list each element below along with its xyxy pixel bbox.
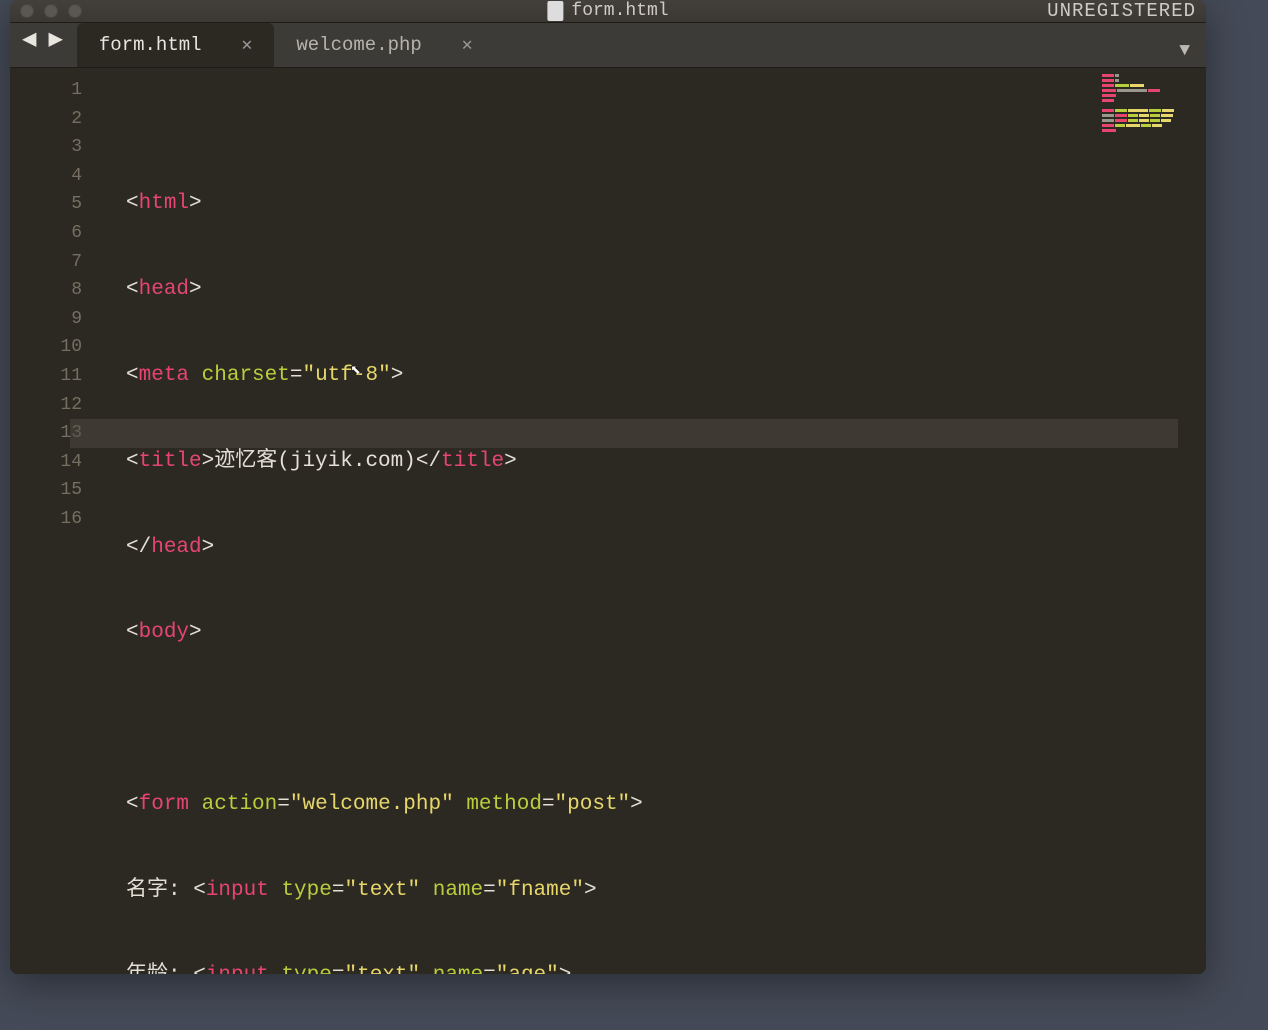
code-line — [126, 705, 1206, 734]
window-title-text: form.html — [571, 1, 668, 21]
line-number: 6 — [10, 219, 82, 248]
tab-label: form.html — [99, 34, 202, 56]
line-number: 11 — [10, 362, 82, 391]
nav-back-icon[interactable]: ◀ — [18, 25, 40, 57]
line-number: 5 — [10, 190, 82, 219]
editor-area[interactable]: 1 2 3 4 5 6 7 8 9 10 11 12 13 14 15 16 <… — [10, 68, 1206, 974]
tab-label: welcome.php — [296, 34, 421, 56]
code-line: <title>迹忆客(jiyik.com)</title> — [126, 448, 1206, 477]
close-icon[interactable]: ✕ — [242, 34, 253, 56]
code-line: <html> — [126, 190, 1206, 219]
current-line-highlight — [70, 419, 1178, 448]
line-number: 9 — [10, 305, 82, 334]
line-number: 15 — [10, 476, 82, 505]
minimize-window-button[interactable] — [44, 4, 58, 18]
traffic-lights — [20, 4, 82, 18]
code-line: <body> — [126, 619, 1206, 648]
title-bar: form.html UNREGISTERED — [10, 0, 1206, 23]
mouse-cursor-icon: ⬉ — [350, 358, 361, 387]
nav-forward-icon[interactable]: ▶ — [44, 25, 66, 57]
tab-bar: ◀ ▶ form.html ✕ welcome.php ✕ ▼ — [10, 23, 1206, 68]
close-icon[interactable]: ✕ — [462, 34, 473, 56]
line-number-gutter: 1 2 3 4 5 6 7 8 9 10 11 12 13 14 15 16 — [10, 68, 98, 974]
line-number: 1 — [10, 76, 82, 105]
code-line: <meta charset="utf-8"> — [126, 362, 1206, 391]
zoom-window-button[interactable] — [68, 4, 82, 18]
line-number: 14 — [10, 448, 82, 477]
editor-window: form.html UNREGISTERED ◀ ▶ form.html ✕ w… — [10, 0, 1206, 974]
close-window-button[interactable] — [20, 4, 34, 18]
tab-overflow-icon[interactable]: ▼ — [1179, 41, 1190, 61]
line-number: 16 — [10, 505, 82, 534]
tab-form-html[interactable]: form.html ✕ — [77, 23, 274, 67]
nav-arrows: ◀ ▶ — [18, 25, 67, 57]
line-number: 3 — [10, 133, 82, 162]
code-line: <head> — [126, 276, 1206, 305]
line-number: 8 — [10, 276, 82, 305]
tab-welcome-php[interactable]: welcome.php ✕ — [274, 23, 494, 67]
code-line: <form action="welcome.php" method="post"… — [126, 791, 1206, 820]
line-number: 12 — [10, 391, 82, 420]
code-line: 名字: <input type="text" name="fname"> — [126, 877, 1206, 906]
line-number: 4 — [10, 162, 82, 191]
unregistered-label: UNREGISTERED — [1047, 0, 1196, 22]
code-line: 年龄: <input type="text" name="age"> — [126, 962, 1206, 974]
document-icon — [547, 1, 563, 21]
line-number: 7 — [10, 248, 82, 277]
code-line: </head> — [126, 534, 1206, 563]
line-number: 10 — [10, 333, 82, 362]
window-title: form.html — [547, 1, 668, 21]
line-number: 2 — [10, 105, 82, 134]
code-content[interactable]: <html> <head> <meta charset="utf-8"> <ti… — [98, 68, 1206, 974]
